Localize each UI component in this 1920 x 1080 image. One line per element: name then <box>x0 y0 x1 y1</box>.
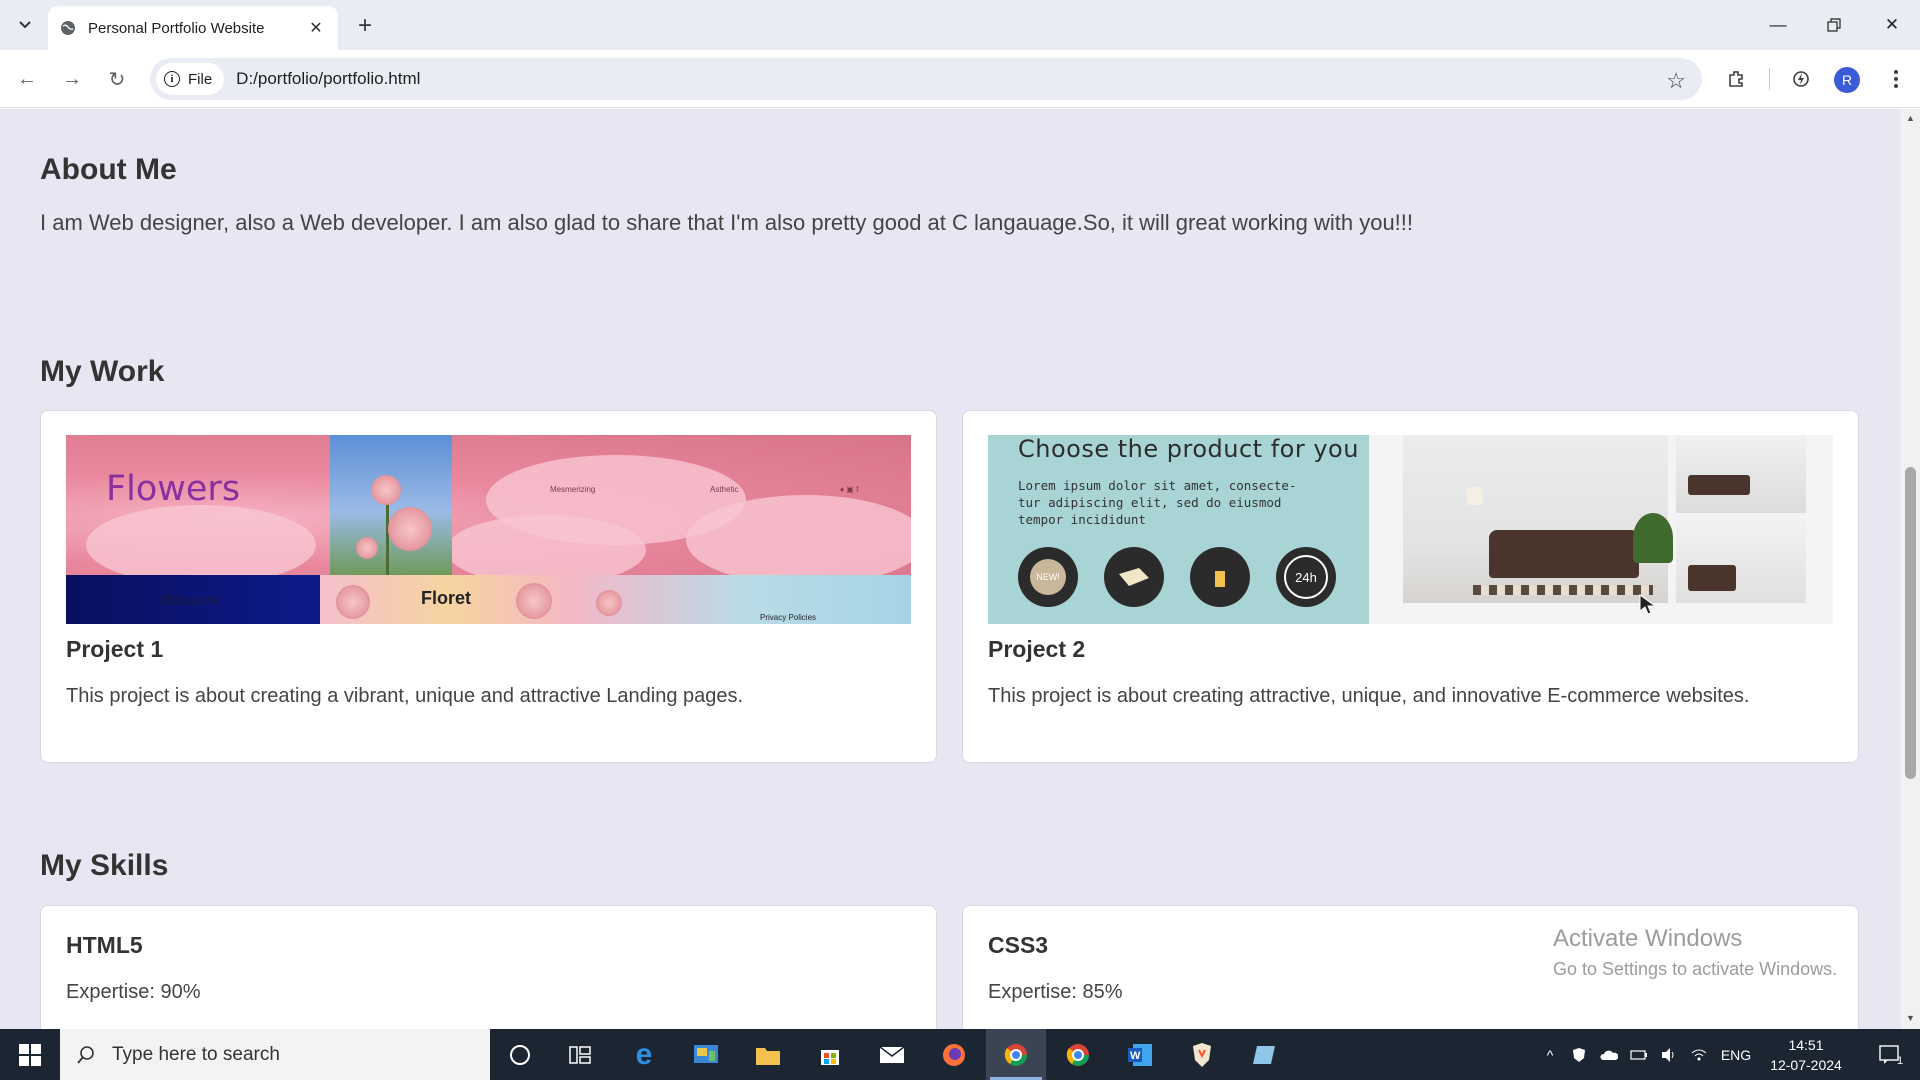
globe-icon <box>61 21 75 35</box>
skill-expertise: Expertise: 90% <box>66 981 201 1003</box>
project-1-title: Project 1 <box>66 636 164 662</box>
edge-icon[interactable]: e <box>614 1029 674 1080</box>
toolbar-divider <box>1769 68 1770 90</box>
search-icon <box>77 1045 94 1064</box>
tab-title: Personal Portfolio Website <box>88 19 265 37</box>
activation-watermark-title: Activate Windows <box>1553 925 1743 952</box>
back-icon[interactable]: ← <box>12 64 42 94</box>
scroll-up-icon[interactable]: ▲ <box>1905 113 1916 125</box>
restore-icon[interactable] <box>1806 0 1862 50</box>
search-placeholder: Type here to search <box>112 1043 280 1065</box>
close-window-icon[interactable]: ✕ <box>1864 0 1920 50</box>
tab-strip: Personal Portfolio Website ✕ + — ✕ <box>0 0 1920 50</box>
mouse-cursor-icon <box>1639 594 1657 615</box>
onedrive-icon[interactable] <box>1596 1029 1622 1080</box>
24h-icon: 24h <box>1276 547 1336 607</box>
show-hidden-icons[interactable]: ^ <box>1538 1029 1562 1080</box>
wifi-icon[interactable] <box>1686 1029 1712 1080</box>
project-1-image-social: ♦ ▣ f <box>840 485 859 494</box>
page-scrollbar[interactable]: ▲ ▼ <box>1901 109 1920 1029</box>
project-1-image-blossom: Blossom <box>161 592 219 609</box>
system-clock[interactable]: 14:51 12-07-2024 <box>1760 1035 1852 1075</box>
new-tab-button[interactable]: + <box>349 10 381 42</box>
skill-card-html5: HTML5 Expertise: 90% <box>40 905 937 1029</box>
project-1-image-privacy: Privacy Policies <box>760 613 817 622</box>
control-panel-icon[interactable] <box>676 1029 736 1080</box>
skills-heading: My Skills <box>40 849 169 882</box>
mail-icon[interactable] <box>862 1029 922 1080</box>
menu-icon[interactable] <box>1881 64 1911 94</box>
skill-expertise: Expertise: 85% <box>988 981 1123 1003</box>
site-info-chip[interactable]: i File <box>156 63 225 95</box>
clock-date: 12-07-2024 <box>1770 1057 1842 1073</box>
windows-taskbar: Type here to search e W ^ ENG 14:51 12-0… <box>0 1029 1920 1080</box>
language-indicator[interactable]: ENG <box>1716 1029 1756 1080</box>
tag-icon <box>1104 547 1164 607</box>
project-2-image: Choose the product for you Lorem ipsum d… <box>988 435 1833 624</box>
skill-name: HTML5 <box>66 932 143 958</box>
about-text: I am Web designer, also a Web developer.… <box>40 210 1414 235</box>
tab-search-button[interactable] <box>12 12 38 38</box>
activation-watermark-text: Go to Settings to activate Windows. <box>1553 959 1838 979</box>
project-1-image-floret: Floret <box>421 588 472 608</box>
project-2-image-heading: Choose the product for you <box>1018 435 1359 463</box>
project-2-title: Project 2 <box>988 636 1086 662</box>
new-badge-icon: NEW! <box>1018 547 1078 607</box>
svg-text:W: W <box>1130 1050 1141 1062</box>
chrome-icon[interactable] <box>1048 1029 1108 1080</box>
address-bar[interactable]: i File D:/portfolio/portfolio.html ☆ <box>150 58 1702 100</box>
reload-icon[interactable]: ↻ <box>102 64 132 94</box>
file-explorer-icon[interactable] <box>738 1029 798 1080</box>
project-1-image: Flowers Mesmerizing Asthetic ♦ ▣ f Bloss… <box>66 435 911 624</box>
24h-label: 24h <box>1284 555 1328 599</box>
project-1-image-nav1: Mesmerizing <box>550 485 596 494</box>
scroll-thumb[interactable] <box>1905 467 1916 779</box>
page-viewport: About Me I am Web designer, also a Web d… <box>0 109 1901 1029</box>
notes-app-icon[interactable] <box>1234 1029 1294 1080</box>
new-badge-label: NEW! <box>1030 559 1066 595</box>
chrome-profile-icon[interactable] <box>986 1029 1046 1080</box>
forward-icon[interactable]: → <box>57 64 87 94</box>
site-info-label: File <box>188 70 213 88</box>
info-icon: i <box>164 71 180 87</box>
volume-icon[interactable] <box>1656 1029 1682 1080</box>
chevron-down-icon <box>19 21 31 29</box>
brave-icon[interactable] <box>1172 1029 1232 1080</box>
project-card-1[interactable]: Flowers Mesmerizing Asthetic ♦ ▣ f Bloss… <box>40 410 937 763</box>
drink-icon <box>1190 547 1250 607</box>
project-card-2[interactable]: Choose the product for you Lorem ipsum d… <box>962 410 1859 763</box>
work-heading: My Work <box>40 355 165 388</box>
extensions-icon[interactable] <box>1721 64 1751 94</box>
performance-icon[interactable] <box>1786 64 1816 94</box>
url-text[interactable]: D:/portfolio/portfolio.html <box>236 69 420 89</box>
windows-start-icon[interactable] <box>0 1029 60 1080</box>
firefox-icon[interactable] <box>924 1029 984 1080</box>
store-icon[interactable] <box>800 1029 860 1080</box>
notification-count: 1 <box>1896 1054 1904 1067</box>
profile-avatar[interactable]: R <box>1834 67 1860 93</box>
battery-icon[interactable] <box>1626 1029 1652 1080</box>
notification-center-icon[interactable]: 1 <box>1866 1029 1916 1080</box>
close-tab-icon[interactable]: ✕ <box>306 18 326 38</box>
security-icon[interactable] <box>1566 1029 1592 1080</box>
browser-toolbar: ← → ↻ i File D:/portfolio/portfolio.html… <box>0 50 1920 108</box>
minimize-icon[interactable]: — <box>1750 0 1806 50</box>
taskbar-search-box[interactable]: Type here to search <box>60 1029 490 1080</box>
project-2-description: This project is about creating attractiv… <box>988 685 1750 707</box>
tab-portfolio[interactable]: Personal Portfolio Website ✕ <box>48 6 338 50</box>
task-view-icon[interactable] <box>550 1029 610 1080</box>
word-icon[interactable]: W <box>1110 1029 1170 1080</box>
about-heading: About Me <box>40 153 177 186</box>
scroll-down-icon[interactable]: ▼ <box>1905 1013 1916 1025</box>
skill-name: CSS3 <box>988 932 1049 958</box>
project-1-description: This project is about creating a vibrant… <box>66 685 744 707</box>
clock-time: 14:51 <box>1788 1037 1824 1053</box>
cortana-icon[interactable] <box>490 1029 550 1080</box>
project-2-image-body: Lorem ipsum dolor sit amet, consecte- tu… <box>1018 478 1297 527</box>
project-1-image-title: Flowers <box>106 469 241 509</box>
project-1-image-nav2: Asthetic <box>710 485 739 494</box>
bookmark-star-icon[interactable]: ☆ <box>1666 68 1686 94</box>
